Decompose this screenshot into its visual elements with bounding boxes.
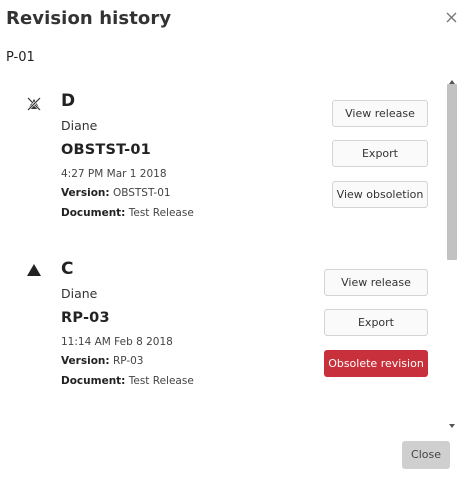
document-label: Document: — [61, 375, 126, 387]
document-value: Test Release — [128, 207, 194, 219]
obsolete-revision-button[interactable]: Obsolete revision — [324, 350, 428, 377]
triangle-icon — [26, 262, 42, 278]
export-button[interactable]: Export — [332, 140, 428, 167]
revision-user: Diane — [61, 286, 98, 301]
view-obsoletion-button[interactable]: View obsoletion — [332, 181, 428, 208]
version-label: Version: — [61, 355, 110, 367]
document-label: Document: — [61, 207, 126, 219]
revision-name: OBSTST-01 — [61, 142, 151, 158]
close-icon[interactable] — [444, 10, 460, 26]
version-value: OBSTST-01 — [112, 187, 171, 199]
revision-document: Document: Test Release — [61, 207, 194, 219]
document-value: Test Release — [128, 375, 194, 387]
obsolete-revision-icon — [26, 96, 42, 112]
view-release-button[interactable]: View release — [332, 100, 428, 127]
revision-document: Document: Test Release — [61, 375, 194, 387]
view-release-button[interactable]: View release — [324, 269, 428, 296]
revision-user: Diane — [61, 118, 98, 133]
dialog-title: Revision history — [6, 8, 172, 29]
revision-history-dialog: Revision history P-01 D Diane OBSTST-01 — [0, 0, 469, 484]
revision-name: RP-03 — [61, 310, 110, 326]
revision-list[interactable]: D Diane OBSTST-01 4:27 PM Mar 1 2018 Ver… — [0, 70, 463, 428]
revision-version: Version: RP-03 — [61, 355, 143, 367]
scroll-up-arrow-icon[interactable] — [446, 72, 458, 84]
version-value: RP-03 — [112, 355, 144, 367]
revision-letter: C — [61, 259, 74, 279]
revision-version: Version: OBSTST-01 — [61, 187, 171, 199]
export-button[interactable]: Export — [324, 309, 428, 336]
close-button[interactable]: Close — [402, 441, 450, 469]
revision-timestamp: 11:14 AM Feb 8 2018 — [61, 336, 173, 348]
scroll-thumb[interactable] — [447, 84, 457, 260]
revision-letter: D — [61, 91, 76, 111]
scrollbar[interactable] — [446, 72, 458, 428]
revision-timestamp: 4:27 PM Mar 1 2018 — [61, 168, 167, 180]
scroll-down-arrow-icon[interactable] — [446, 416, 458, 428]
part-number: P-01 — [6, 50, 35, 65]
version-label: Version: — [61, 187, 110, 199]
